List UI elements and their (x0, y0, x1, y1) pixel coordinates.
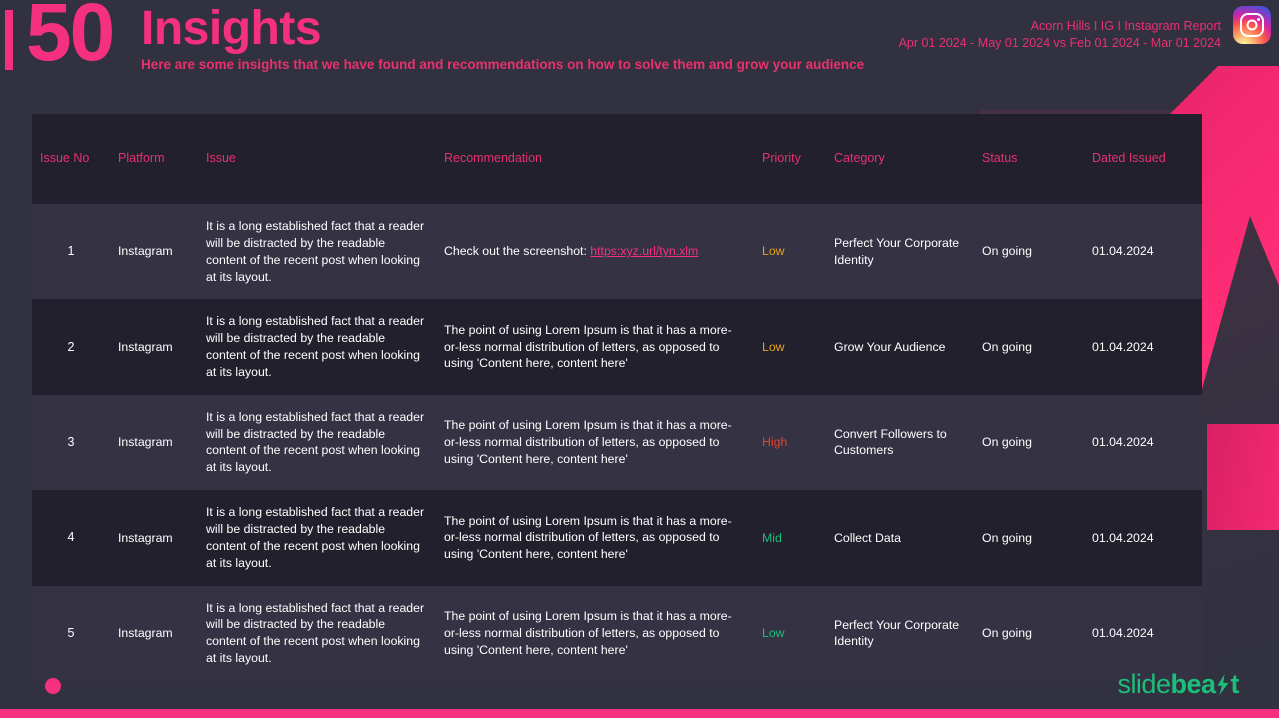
cell-category: Grow Your Audience (826, 299, 974, 394)
recommendation-link[interactable]: https:xyz.url/tyn.xlm (590, 244, 698, 258)
cell-status: On going (974, 204, 1084, 299)
cell-date-issued: 01.04.2024 (1084, 395, 1202, 490)
cell-priority: Low (754, 299, 826, 394)
column-header-category: Category (826, 114, 974, 204)
cell-issue-no: 4 (32, 490, 110, 585)
title-block: Insights Here are some insights that we … (141, 4, 931, 74)
instagram-icon-frame (1240, 13, 1264, 37)
cell-issue: It is a long established fact that a rea… (198, 204, 436, 299)
cell-status: On going (974, 395, 1084, 490)
cell-status: On going (974, 586, 1084, 681)
table-row: 4InstagramIt is a long established fact … (32, 490, 1202, 585)
cell-category: Perfect Your Corporate Identity (826, 204, 974, 299)
insight-count: 50 (26, 0, 113, 74)
pink-block-shape (1207, 424, 1279, 530)
cell-priority: Mid (754, 490, 826, 585)
cell-priority: Low (754, 586, 826, 681)
header-accent-bar (5, 10, 13, 70)
column-header-recommendation: Recommendation (436, 114, 754, 204)
recommendation-text: Check out the screenshot: (444, 244, 590, 258)
cell-recommendation: Check out the screenshot: https:xyz.url/… (436, 204, 754, 299)
insights-table-container: Issue No Platform Issue Recommendation P… (32, 114, 1202, 681)
cell-issue: It is a long established fact that a rea… (198, 490, 436, 585)
cell-issue: It is a long established fact that a rea… (198, 299, 436, 394)
instagram-icon-lens (1247, 20, 1258, 31)
cell-issue-no: 5 (32, 586, 110, 681)
cell-priority: Low (754, 204, 826, 299)
table-body: 1InstagramIt is a long established fact … (32, 204, 1202, 681)
cell-date-issued: 01.04.2024 (1084, 586, 1202, 681)
cell-category: Convert Followers to Customers (826, 395, 974, 490)
table-header-row: Issue No Platform Issue Recommendation P… (32, 114, 1202, 204)
column-header-status: Status (974, 114, 1084, 204)
cell-issue-no: 2 (32, 299, 110, 394)
cell-recommendation: The point of using Lorem Ipsum is that i… (436, 490, 754, 585)
report-period: Apr 01 2024 - May 01 2024 vs Feb 01 2024… (899, 35, 1221, 52)
column-header-issue-no: Issue No (32, 114, 110, 204)
instagram-icon-dot (1257, 18, 1260, 21)
table-row: 3InstagramIt is a long established fact … (32, 395, 1202, 490)
instagram-icon (1233, 6, 1271, 44)
cell-platform: Instagram (110, 586, 198, 681)
cell-recommendation: The point of using Lorem Ipsum is that i… (436, 395, 754, 490)
cell-issue-no: 3 (32, 395, 110, 490)
table-row: 1InstagramIt is a long established fact … (32, 204, 1202, 299)
bottom-accent-rule (0, 709, 1279, 718)
insights-table: Issue No Platform Issue Recommendation P… (32, 114, 1202, 681)
page-header: 50 Insights Here are some insights that … (0, 0, 1279, 110)
table-row: 2InstagramIt is a long established fact … (32, 299, 1202, 394)
cell-platform: Instagram (110, 490, 198, 585)
cell-date-issued: 01.04.2024 (1084, 490, 1202, 585)
cell-category: Perfect Your Corporate Identity (826, 586, 974, 681)
cell-status: On going (974, 299, 1084, 394)
footer-dot (45, 678, 61, 694)
cell-issue-no: 1 (32, 204, 110, 299)
cell-recommendation: The point of using Lorem Ipsum is that i… (436, 299, 754, 394)
table-header: Issue No Platform Issue Recommendation P… (32, 114, 1202, 204)
brand-text-light: slide (1117, 669, 1170, 700)
report-name: Acorn Hills I IG I Instagram Report (899, 18, 1221, 35)
cell-date-issued: 01.04.2024 (1084, 299, 1202, 394)
cell-priority: High (754, 395, 826, 490)
column-header-platform: Platform (110, 114, 198, 204)
cell-issue: It is a long established fact that a rea… (198, 395, 436, 490)
cell-recommendation: The point of using Lorem Ipsum is that i… (436, 586, 754, 681)
cell-issue: It is a long established fact that a rea… (198, 586, 436, 681)
cell-platform: Instagram (110, 395, 198, 490)
page-subtitle: Here are some insights that we have foun… (141, 56, 931, 74)
lightning-bolt-icon (1217, 674, 1230, 695)
report-meta: Acorn Hills I IG I Instagram Report Apr … (899, 18, 1221, 52)
column-header-issue: Issue (198, 114, 436, 204)
cell-platform: Instagram (110, 204, 198, 299)
table-row: 5InstagramIt is a long established fact … (32, 586, 1202, 681)
brand-text-tail: t (1231, 669, 1240, 700)
cell-platform: Instagram (110, 299, 198, 394)
brand-text-bold: bea (1170, 669, 1215, 700)
page-title: Insights (141, 4, 931, 54)
column-header-priority: Priority (754, 114, 826, 204)
slidebeast-logo: slidebeat (1117, 669, 1239, 700)
column-header-date-issued: Dated Issued (1084, 114, 1202, 204)
cell-date-issued: 01.04.2024 (1084, 204, 1202, 299)
cell-category: Collect Data (826, 490, 974, 585)
cell-status: On going (974, 490, 1084, 585)
